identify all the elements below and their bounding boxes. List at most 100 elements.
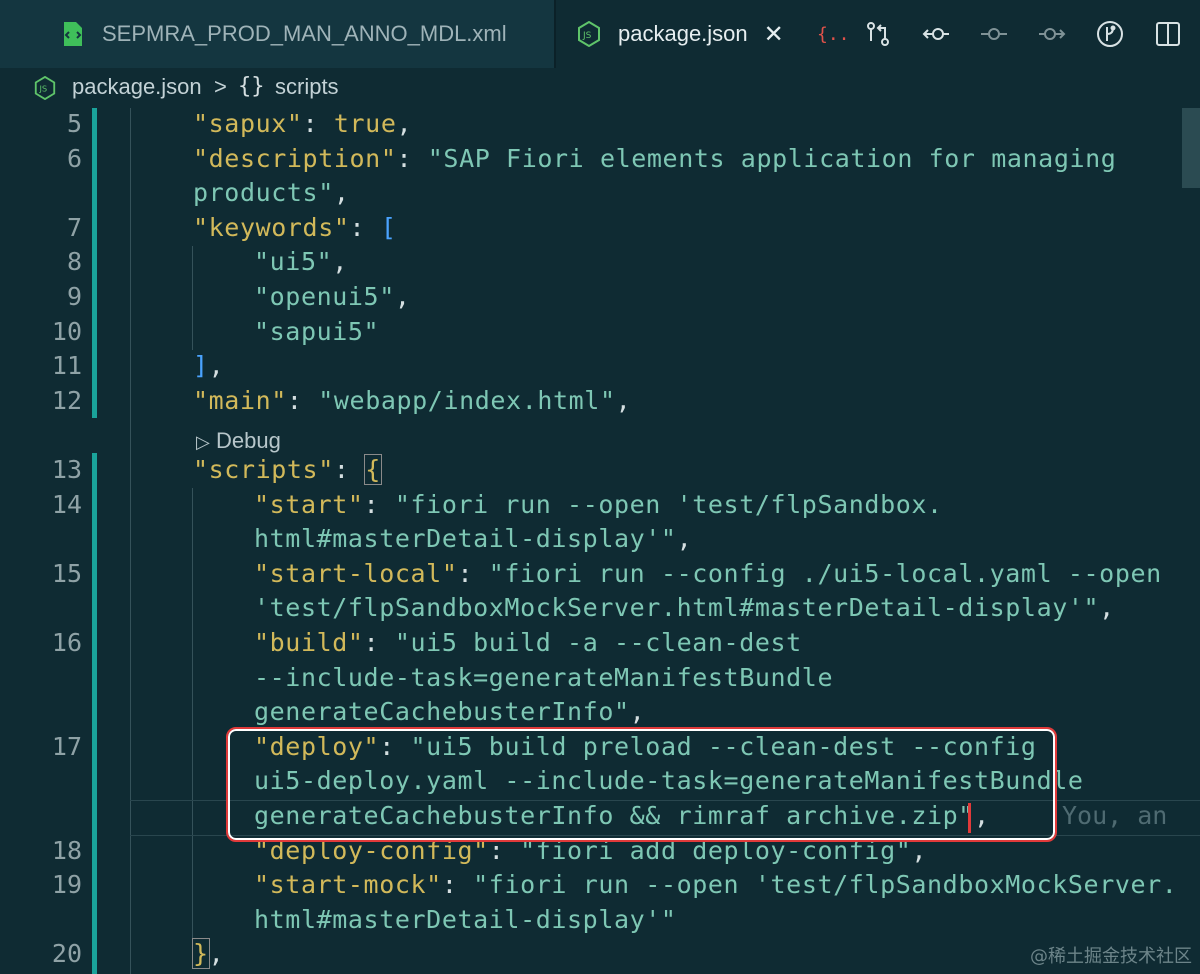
- commit-dot-icon[interactable]: [978, 18, 1010, 50]
- code-line: "keywords": [: [193, 213, 396, 242]
- line-number: 17: [51, 731, 82, 761]
- code-token: :: [349, 212, 381, 242]
- code-line: "openui5",: [254, 282, 411, 311]
- code-line: --include-task=generateManifestBundle: [254, 663, 833, 692]
- gutter-change-bar: [92, 453, 97, 974]
- code-token: "start-mock": [254, 870, 442, 900]
- close-icon[interactable]: ✕: [764, 22, 784, 46]
- go-forward-icon[interactable]: [1036, 18, 1068, 50]
- tab-label: package.json: [618, 21, 748, 46]
- code-token: "start-local": [254, 558, 458, 588]
- tab-xml-file[interactable]: SEPMRA_PROD_MAN_ANNO_MDL.xml: [0, 0, 554, 68]
- codelens-debug[interactable]: ▷ Debug: [196, 428, 281, 454]
- code-token: :: [302, 109, 334, 138]
- split-editor-icon[interactable]: [1152, 18, 1184, 50]
- xml-file-icon: [64, 22, 82, 46]
- line-number: 5: [66, 109, 82, 138]
- line-number: 12: [51, 385, 82, 415]
- deploy-highlight-box: [226, 727, 1057, 842]
- code-line: "start": "fiori run --open 'test/flpSand…: [254, 490, 943, 519]
- code-line: ],: [193, 351, 224, 380]
- git-graph-icon[interactable]: [1094, 18, 1126, 50]
- line-number: 8: [66, 247, 82, 277]
- code-line: "ui5",: [254, 247, 348, 276]
- code-token: "webapp/index.html": [318, 385, 616, 415]
- code-line: generateCachebusterInfo",: [254, 697, 645, 726]
- line-number: 20: [51, 939, 82, 969]
- braces-icon: {}: [238, 74, 265, 99]
- code-token: html#masterDetail-display'": [254, 524, 677, 554]
- line-number: 14: [51, 489, 82, 519]
- code-token: ,: [332, 247, 348, 277]
- code-token: "openui5": [254, 282, 395, 311]
- svg-text:JS: JS: [38, 84, 47, 94]
- code-token: "ui5 build -a --clean-dest: [394, 628, 802, 657]
- tab-package-json[interactable]: JS package.json ✕: [556, 0, 804, 68]
- code-token: ,: [629, 697, 646, 727]
- code-token: "fiori run --open 'test/flpSandboxMockSe…: [473, 870, 1178, 900]
- indent-guide: [192, 246, 193, 350]
- code-line: products",: [193, 178, 350, 207]
- code-line: "scripts": {: [193, 454, 382, 485]
- code-token: ]: [193, 351, 209, 381]
- code-line: "description": "SAP Fiori elements appli…: [193, 144, 1116, 173]
- code-token: [: [380, 212, 397, 242]
- breadcrumb-section[interactable]: scripts: [275, 74, 339, 100]
- line-number: 16: [51, 628, 82, 657]
- code-token: }: [192, 938, 210, 970]
- compare-changes-icon[interactable]: [862, 18, 894, 50]
- json-braces-icon[interactable]: {..}: [816, 18, 848, 50]
- code-token: :: [286, 385, 319, 415]
- go-back-icon[interactable]: [920, 18, 952, 50]
- code-token: :: [441, 870, 474, 900]
- code-token: products": [193, 178, 334, 208]
- svg-text:{..}: {..}: [817, 24, 847, 45]
- code-line: "main": "webapp/index.html",: [193, 386, 631, 415]
- code-token: "SAP Fiori elements application for mana…: [427, 143, 1117, 173]
- code-token: ,: [676, 524, 693, 554]
- code-line: html#masterDetail-display'",: [254, 524, 692, 553]
- text-caret: [968, 803, 971, 833]
- code-line: "start-local": "fiori run --config ./ui5…: [254, 559, 1162, 588]
- code-token: "sapui5": [254, 316, 380, 346]
- code-token: "build": [254, 628, 364, 657]
- line-number: 6: [66, 143, 82, 173]
- code-token: "ui5": [254, 247, 333, 277]
- code-token: "description": [193, 143, 397, 173]
- minimap-scroll-thumb[interactable]: [1182, 108, 1200, 188]
- code-token: true: [333, 109, 397, 138]
- editor-actions: {..}: [804, 0, 1200, 68]
- git-blame-ghost-text: You, an: [1062, 801, 1168, 830]
- tab-label: SEPMRA_PROD_MAN_ANNO_MDL.xml: [102, 21, 507, 46]
- code-token: ,: [615, 385, 632, 415]
- code-token: ,: [394, 282, 411, 311]
- code-line: "start-mock": "fiori run --open 'test/fl…: [254, 870, 1177, 899]
- line-number: 19: [51, 870, 82, 900]
- line-number: 11: [51, 351, 82, 381]
- breadcrumb-file[interactable]: package.json: [72, 74, 202, 100]
- line-number: 10: [51, 316, 82, 346]
- code-token: ,: [208, 351, 225, 381]
- code-line: 'test/flpSandboxMockServer.html#masterDe…: [254, 593, 1115, 622]
- line-number: 15: [51, 558, 82, 588]
- code-token: generateCachebusterInfo": [254, 697, 630, 727]
- tab-bar: SEPMRA_PROD_MAN_ANNO_MDL.xml JS package.…: [0, 0, 1200, 68]
- code-token: ,: [1099, 593, 1115, 623]
- code-editor[interactable]: 5 "sapux": true, 6 "description": "SAP Fior…: [0, 108, 1200, 974]
- code-token: html#masterDetail-display'": [254, 904, 677, 934]
- line-number: 18: [51, 835, 82, 865]
- svg-text:JS: JS: [582, 31, 592, 41]
- code-token: "fiori run --open 'test/flpSandbox.: [394, 489, 943, 519]
- code-token: {: [364, 454, 382, 485]
- code-token: :: [333, 455, 366, 484]
- code-line: "sapux": true,: [193, 109, 412, 138]
- code-token: ,: [396, 109, 413, 138]
- indent-guide: [130, 108, 131, 974]
- nodejs-file-icon: JS: [578, 21, 600, 47]
- code-line: "build": "ui5 build -a --clean-dest: [254, 628, 802, 657]
- codelens-label: Debug: [215, 428, 281, 453]
- code-token: ,: [208, 939, 225, 969]
- breadcrumb: JS package.json > {} scripts: [0, 68, 1200, 108]
- code-token: :: [457, 558, 489, 588]
- play-icon: ▷: [196, 432, 210, 453]
